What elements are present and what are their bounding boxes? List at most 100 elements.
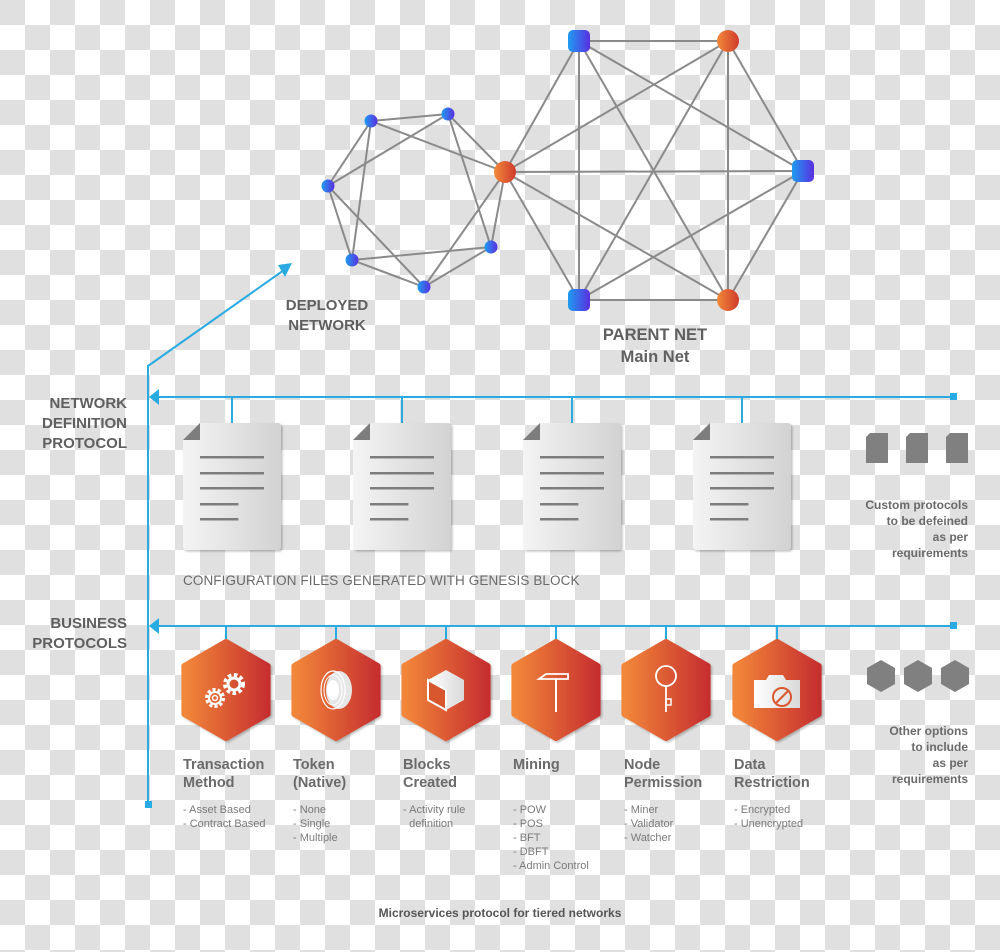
protocol-title: Transaction Method [183,756,264,792]
parent-network-label-line2: Main Net [620,348,690,366]
text-line [710,456,774,459]
deployed-network-arrow-line [147,269,285,367]
document-icon [353,423,451,550]
deployed-network-edge [351,246,492,261]
diagram-canvas [145,30,969,808]
business-protocols-arrowhead [149,618,159,634]
protocol-title-line: Mining [513,757,560,773]
document-icon [183,423,281,550]
spine-end [145,801,152,808]
parent-network-label: PARENT NET Main Net [580,324,730,368]
text-line [540,503,579,506]
text-line [710,487,774,490]
deployed-network-label-line1: DEPLOYED [285,297,369,314]
deployed-node-icon [441,107,455,121]
note-line: requirements [891,772,968,786]
tier-label-line: BUSINESS [50,615,127,632]
protocol-title: Blocks Created [403,756,457,792]
parent-node-orange-icon [494,161,516,183]
protocol-title-line: Restriction [734,775,810,791]
text-line [370,487,434,490]
configuration-files-caption: CONFIGURATION FILES GENERATED WITH GENES… [183,573,580,588]
deployed-network-edge [327,185,425,288]
deployed-network-arrowhead [278,263,292,277]
placeholder-file-icon [946,433,968,463]
parent-network-edge [504,171,580,301]
text-line [370,518,409,521]
business-protocol-icons [181,626,822,741]
deployed-network-edge [423,171,506,288]
protocol-title: Token (Native) [293,756,346,792]
parent-network-edge [727,170,804,301]
deployed-network-edge [370,120,506,173]
protocol-option: - Unencrypted [734,818,804,830]
protocol-option: - BFT [513,832,541,844]
business-protocols-label: BUSINESS PROTOCOLS [0,614,127,654]
text-line [200,472,264,475]
placeholder-file-icon [866,433,888,463]
protocol-option: - Contract Based [183,818,266,830]
note-line: as per [932,530,968,544]
diagram-footer-caption: Microservices protocol for tiered networ… [378,906,622,920]
text-line [540,487,604,490]
network-definition-protocol-label: NETWORK DEFINITION PROTOCOL [0,394,127,454]
protocol-title-line: Created [403,775,457,791]
text-line [370,456,434,459]
text-line [710,503,749,506]
parent-node-blue-icon [568,30,590,52]
deployed-network-edge [351,120,372,261]
protocol-options: - Miner - Validator - Watcher [624,803,673,845]
note-line: to include [911,740,968,754]
text-line [540,472,604,475]
note-line: requirements [891,546,968,560]
document-icon [523,423,621,550]
deployed-node-icon [417,280,431,294]
note-line: as per [932,756,968,770]
tier-label-line: NETWORK [49,395,128,412]
protocol-title-line: Permission [624,775,703,791]
deployed-network-edge [447,113,492,248]
protocol-option: definition [403,818,454,830]
deployed-network-edge [327,185,353,261]
protocol-title-line: Method [183,775,235,791]
parent-network-edges [504,40,804,301]
placeholder-hexagon-icon [867,660,895,692]
tier-label-line: DEFINITION [42,415,127,432]
note-line: Custom protocols [865,498,968,512]
text-line [200,456,264,459]
protocol-options: - Asset Based - Contract Based [183,803,266,831]
text-line [200,487,264,490]
parent-network-label-line1: PARENT NET [602,326,708,344]
protocol-option: - Encrypted [734,804,791,816]
custom-protocols-note: Custom protocols to be defeined as per r… [840,497,968,561]
text-line [370,503,409,506]
placeholder-hexagon-icon [904,660,932,692]
protocol-title-line: Node [624,757,661,773]
protocol-option: - Miner [624,804,659,816]
protocol-option: - POW [513,804,546,816]
parent-node-orange-icon [717,30,739,52]
protocol-option: - Watcher [624,832,672,844]
other-option-placeholders [867,660,969,692]
protocol-option: - Admin Control [513,860,589,872]
parent-node-orange-icon [717,289,739,311]
document-icon [693,423,791,550]
text-line [370,472,434,475]
note-line: Other options [889,724,968,738]
network-definition-bus-end [950,393,957,400]
protocol-title-line: Transaction [183,757,265,773]
deployed-node-icon [364,114,378,128]
protocol-title-line: Data [734,757,766,773]
text-line [710,518,749,521]
protocol-title: Data Restriction [734,756,810,792]
protocol-option: - Single [293,818,331,830]
protocol-options: - None - Single - Multiple [293,803,338,845]
protocol-option: - POS [513,818,543,830]
text-line [710,472,774,475]
parent-node-blue-icon [568,289,590,311]
protocol-title: Mining [513,756,560,774]
note-line: to be defeined [886,514,968,528]
protocol-option: - None [293,804,327,816]
text-line [540,456,604,459]
parent-network-edge [578,170,804,301]
